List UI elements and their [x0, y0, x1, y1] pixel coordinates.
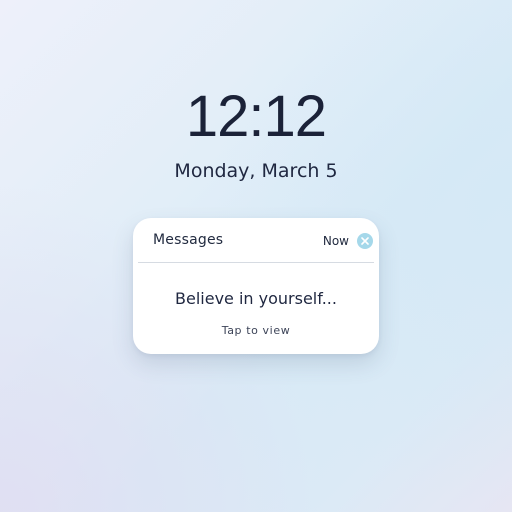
lockscreen-clock: 12:12: [185, 84, 327, 149]
tap-to-view-hint[interactable]: Tap to view: [133, 324, 379, 338]
notification-time: Now: [322, 234, 349, 248]
notification-message: Believe in yourself...: [175, 289, 337, 308]
notification-header: Messages Now: [133, 218, 379, 264]
close-icon: [361, 237, 369, 245]
dismiss-button[interactable]: [357, 233, 373, 249]
lockscreen-date: Monday, March 5: [174, 160, 338, 182]
notification-divider: [138, 262, 374, 263]
notification-card[interactable]: Messages Now Believe in yourself... Tap …: [133, 218, 379, 354]
notification-app-name: Messages: [153, 232, 224, 248]
